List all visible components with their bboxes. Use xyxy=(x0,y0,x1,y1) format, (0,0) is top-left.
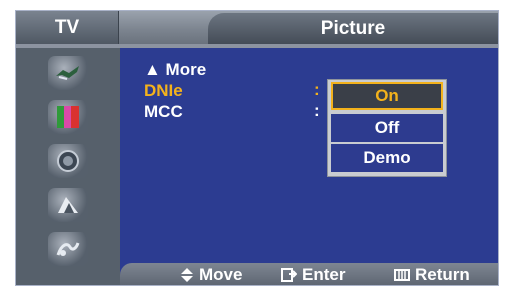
enter-icon xyxy=(281,268,297,282)
return-icon xyxy=(394,269,410,281)
return-label: Return xyxy=(415,265,470,284)
sidebar xyxy=(16,48,120,271)
sidebar-item-sound[interactable] xyxy=(30,143,106,179)
menu-item-dnie[interactable]: DNIe xyxy=(144,80,183,101)
sidebar-item-setup[interactable] xyxy=(30,231,106,267)
option-off[interactable]: Off xyxy=(331,114,443,142)
mcc-separator: : xyxy=(314,101,320,120)
setup-icon xyxy=(48,232,88,266)
menu-title: Picture xyxy=(208,13,498,44)
input-icon xyxy=(48,56,88,90)
return-hint: Return xyxy=(394,263,470,285)
dnie-separator: : xyxy=(314,80,320,99)
menu-item-more[interactable]: ▲ More xyxy=(144,59,206,80)
move-label: Move xyxy=(199,265,243,284)
dnie-options-dropdown: On Off Demo xyxy=(327,79,447,177)
picture-icon xyxy=(48,100,88,134)
sidebar-item-input[interactable] xyxy=(30,55,106,91)
footer: Move Enter Return xyxy=(16,263,498,285)
footer-left-block xyxy=(16,271,120,285)
sidebar-item-channel[interactable] xyxy=(30,187,106,223)
sound-icon xyxy=(48,144,88,178)
move-icon xyxy=(180,268,194,282)
enter-hint: Enter xyxy=(281,263,346,285)
option-demo[interactable]: Demo xyxy=(331,144,443,172)
source-label: TV xyxy=(16,11,119,44)
move-hint: Move xyxy=(180,263,243,285)
sidebar-item-picture[interactable] xyxy=(30,99,106,135)
option-on[interactable]: On xyxy=(331,82,443,110)
enter-label: Enter xyxy=(302,265,346,284)
menu-item-mcc[interactable]: MCC xyxy=(144,101,183,122)
tv-osd-screen: TV Picture ▲ More DNIe MCC:: On Off De… xyxy=(15,10,499,286)
channel-icon xyxy=(48,188,88,222)
